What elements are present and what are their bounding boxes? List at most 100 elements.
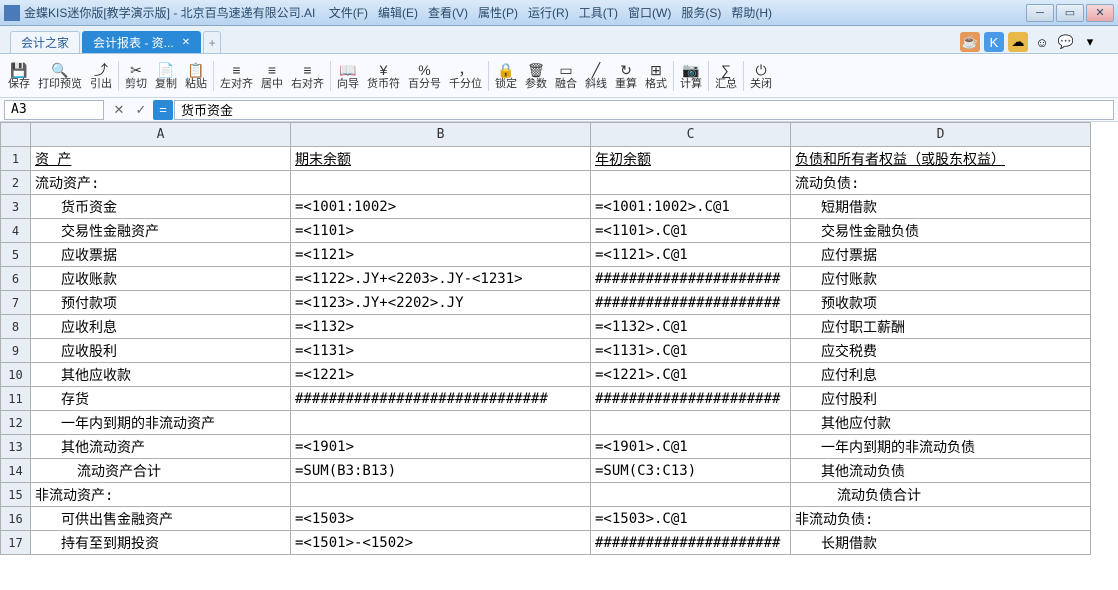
tab-report[interactable]: 会计报表 - 资...✕ [82,31,201,53]
cell-A3[interactable]: 货币资金 [31,195,291,219]
cell-D3[interactable]: 短期借款 [791,195,1091,219]
cell-A5[interactable]: 应收票据 [31,243,291,267]
service-icon-3[interactable]: ☁ [1008,32,1028,52]
close-button[interactable]: ✕ [1086,4,1114,22]
tool-格式[interactable]: ⊞格式 [641,56,671,96]
row-header[interactable]: 7 [1,291,31,315]
feedback-icon[interactable]: 💬 [1056,32,1076,52]
menu-item[interactable]: 编辑(E) [374,2,422,23]
cell-B13[interactable]: =<1901> [291,435,591,459]
cell-reference[interactable]: A3 [4,100,104,120]
cell-C4[interactable]: =<1101>.C@1 [591,219,791,243]
row-header[interactable]: 11 [1,387,31,411]
cancel-icon[interactable]: ✕ [109,100,129,120]
row-header[interactable]: 1 [1,147,31,171]
cell-B11[interactable]: ############################## [291,387,591,411]
cell-C5[interactable]: =<1121>.C@1 [591,243,791,267]
cell-A12[interactable]: 一年内到期的非流动资产 [31,411,291,435]
tool-居中[interactable]: ≡居中 [257,56,287,96]
cell-D9[interactable]: 应交税费 [791,339,1091,363]
tool-复制[interactable]: 📄复制 [151,56,181,96]
cell-C14[interactable]: =SUM(C3:C13) [591,459,791,483]
spreadsheet-area[interactable]: ABCD 1资 产期末余额年初余额负债和所有者权益（或股东权益）2流动资产:流动… [0,122,1118,590]
cell-C3[interactable]: =<1001:1002>.C@1 [591,195,791,219]
tool-打印预览[interactable]: 🔍打印预览 [34,56,86,96]
cell-D16[interactable]: 非流动负债: [791,507,1091,531]
row-header[interactable]: 17 [1,531,31,555]
tool-参数[interactable]: 🗑参数 [521,56,551,96]
cell-B14[interactable]: =SUM(B3:B13) [291,459,591,483]
cell-B17[interactable]: =<1501>-<1502> [291,531,591,555]
menu-item[interactable]: 查看(V) [424,2,472,23]
col-header-B[interactable]: B [291,123,591,147]
cell-A13[interactable]: 其他流动资产 [31,435,291,459]
cell-D5[interactable]: 应付票据 [791,243,1091,267]
cell-C7[interactable]: ###################### [591,291,791,315]
cell-B3[interactable]: =<1001:1002> [291,195,591,219]
cell-A10[interactable]: 其他应收款 [31,363,291,387]
cell-B6[interactable]: =<1122>.JY+<2203>.JY-<1231> [291,267,591,291]
tab-new[interactable]: + [203,31,221,53]
smile-icon[interactable]: ☺ [1032,32,1052,52]
cell-C8[interactable]: =<1132>.C@1 [591,315,791,339]
corner-cell[interactable] [1,123,31,147]
row-header[interactable]: 16 [1,507,31,531]
menu-item[interactable]: 属性(P) [474,2,522,23]
cell-B1[interactable]: 期末余额 [291,147,591,171]
cell-A15[interactable]: 非流动资产: [31,483,291,507]
row-header[interactable]: 9 [1,339,31,363]
tool-融合[interactable]: ▭融合 [551,56,581,96]
tool-重算[interactable]: ↻重算 [611,56,641,96]
tab-home[interactable]: 会计之家 [10,31,80,53]
cell-A11[interactable]: 存货 [31,387,291,411]
cell-B8[interactable]: =<1132> [291,315,591,339]
tool-千分位[interactable]: ，千分位 [445,56,486,96]
row-header[interactable]: 12 [1,411,31,435]
equals-icon[interactable]: = [153,100,173,120]
cell-D7[interactable]: 预收款项 [791,291,1091,315]
tool-左对齐[interactable]: ≡左对齐 [216,56,257,96]
row-header[interactable]: 14 [1,459,31,483]
menu-item[interactable]: 帮助(H) [727,2,776,23]
cell-C6[interactable]: ###################### [591,267,791,291]
cell-D8[interactable]: 应付职工薪酬 [791,315,1091,339]
tool-锁定[interactable]: 🔒锁定 [491,56,521,96]
cell-A4[interactable]: 交易性金融资产 [31,219,291,243]
cell-C17[interactable]: ###################### [591,531,791,555]
cell-D13[interactable]: 一年内到期的非流动负债 [791,435,1091,459]
menu-item[interactable]: 运行(R) [524,2,573,23]
cell-B5[interactable]: =<1121> [291,243,591,267]
tool-计算[interactable]: 📷计算 [676,56,706,96]
col-header-C[interactable]: C [591,123,791,147]
minimize-button[interactable]: ─ [1026,4,1054,22]
cell-C11[interactable]: ###################### [591,387,791,411]
cell-C9[interactable]: =<1131>.C@1 [591,339,791,363]
row-header[interactable]: 4 [1,219,31,243]
col-header-A[interactable]: A [31,123,291,147]
cell-D12[interactable]: 其他应付款 [791,411,1091,435]
tool-斜线[interactable]: ╱斜线 [581,56,611,96]
tool-保存[interactable]: 💾保存 [4,56,34,96]
cell-C10[interactable]: =<1221>.C@1 [591,363,791,387]
cell-A14[interactable]: 流动资产合计 [31,459,291,483]
service-icon-2[interactable]: K [984,32,1004,52]
cell-D2[interactable]: 流动负债: [791,171,1091,195]
menu-item[interactable]: 工具(T) [575,2,622,23]
cell-B7[interactable]: =<1123>.JY+<2202>.JY [291,291,591,315]
menu-item[interactable]: 文件(F) [325,2,372,23]
cell-C12[interactable] [591,411,791,435]
tool-关闭[interactable]: ⏻关闭 [746,56,776,96]
cell-B10[interactable]: =<1221> [291,363,591,387]
tool-向导[interactable]: 📖向导 [333,56,363,96]
cell-A9[interactable]: 应收股利 [31,339,291,363]
cell-D11[interactable]: 应付股利 [791,387,1091,411]
cell-A17[interactable]: 持有至到期投资 [31,531,291,555]
tool-引出[interactable]: ⤴引出 [86,56,116,96]
tool-右对齐[interactable]: ≡右对齐 [287,56,328,96]
cell-A1[interactable]: 资 产 [31,147,291,171]
tab-close-icon[interactable]: ✕ [182,37,190,48]
cell-D17[interactable]: 长期借款 [791,531,1091,555]
cell-A6[interactable]: 应收账款 [31,267,291,291]
row-header[interactable]: 15 [1,483,31,507]
cell-D10[interactable]: 应付利息 [791,363,1091,387]
